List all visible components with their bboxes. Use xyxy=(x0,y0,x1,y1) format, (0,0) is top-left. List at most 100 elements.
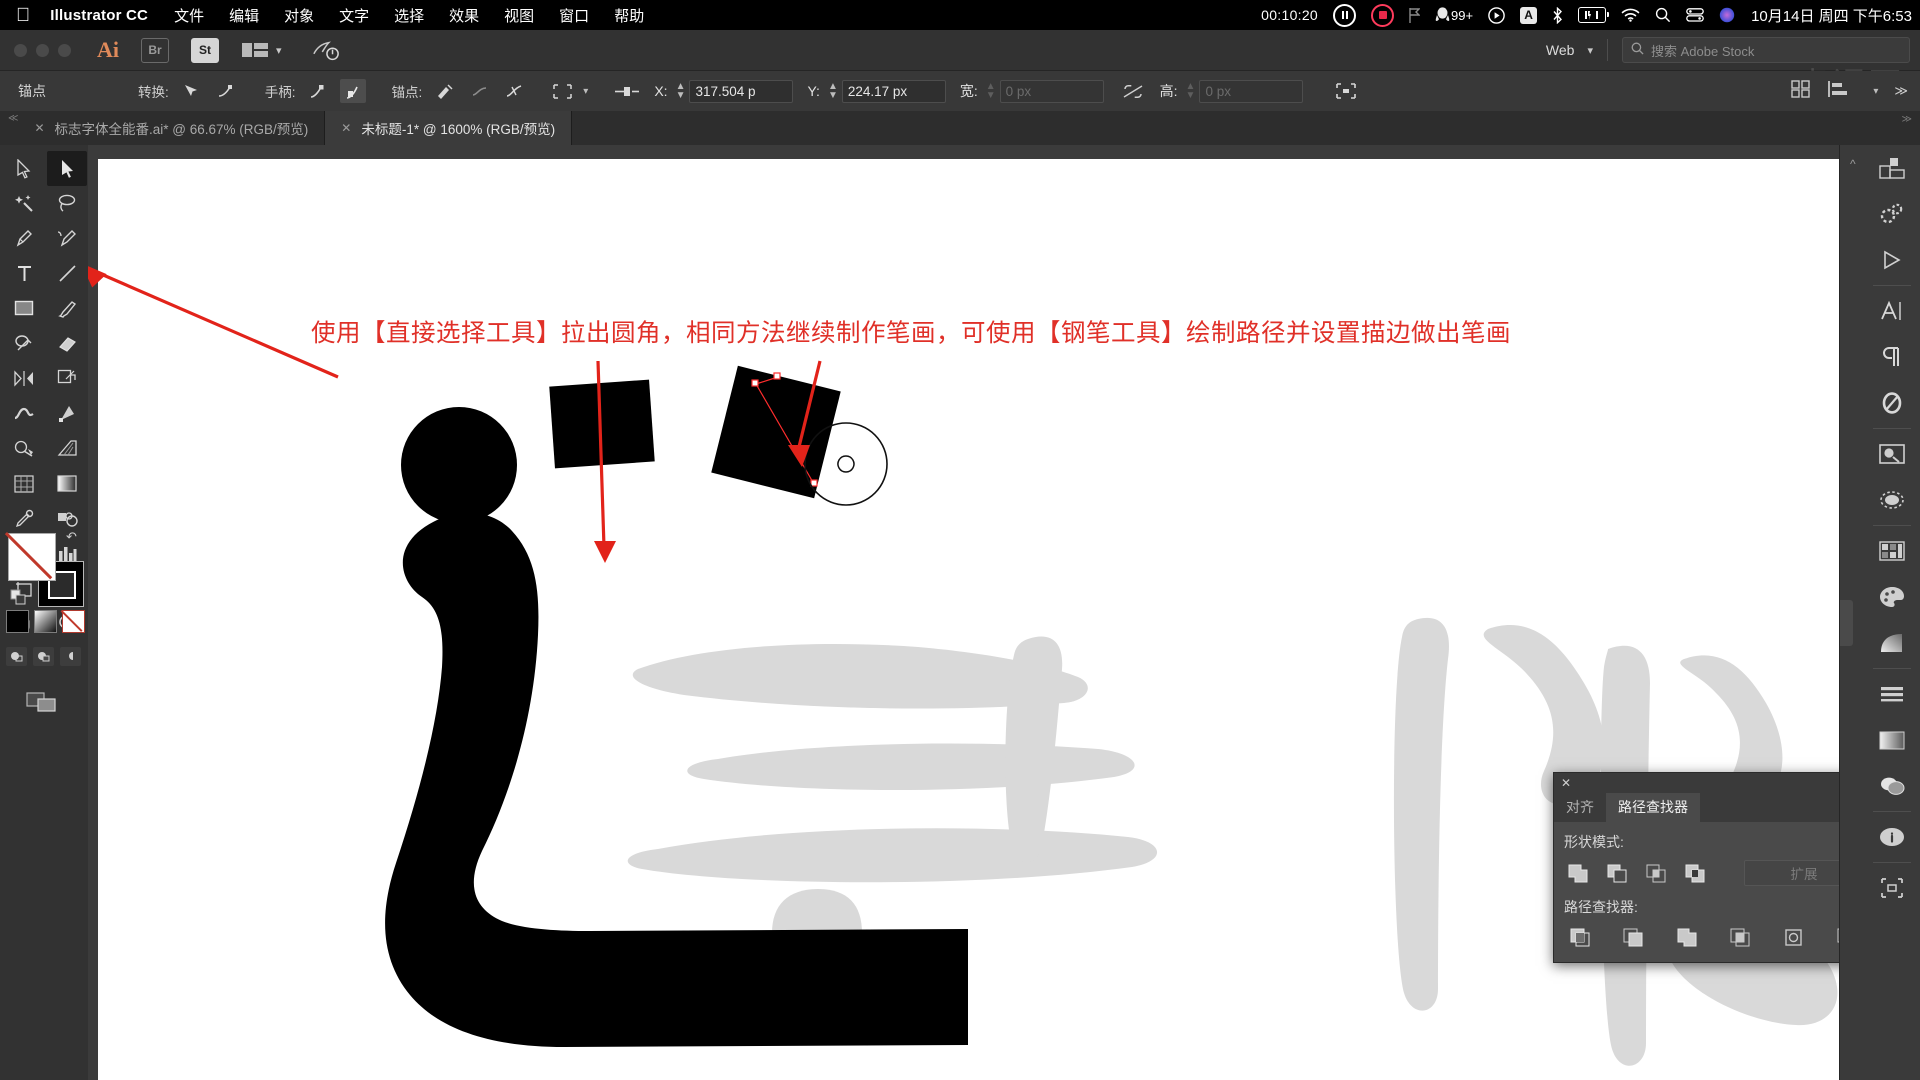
close-tab-icon[interactable]: ✕ xyxy=(341,121,351,135)
color-icon[interactable] xyxy=(1864,574,1920,620)
properties-icon[interactable] xyxy=(1864,191,1920,237)
isolate-selected-icon[interactable] xyxy=(549,79,575,103)
default-fill-stroke-icon[interactable] xyxy=(10,589,28,612)
align-chevron-icon[interactable]: ▾ xyxy=(1873,86,1878,96)
document-tab-2[interactable]: ✕ 未标题-1* @ 1600% (RGB/预览) xyxy=(325,111,573,145)
draw-normal-icon[interactable] xyxy=(6,647,27,666)
menu-type[interactable]: 文字 xyxy=(339,5,369,26)
remove-anchor-icon[interactable] xyxy=(431,79,457,103)
line-segment-tool[interactable] xyxy=(47,256,87,291)
x-value-input[interactable]: 317.504 p xyxy=(689,79,794,103)
image-trace-icon[interactable] xyxy=(1864,431,1920,477)
shaper-tool[interactable] xyxy=(4,326,44,361)
pause-recording-button[interactable] xyxy=(1333,3,1357,27)
close-icon[interactable]: ✕ xyxy=(1561,776,1571,790)
color-mode-buttons[interactable] xyxy=(6,610,85,633)
siri-icon[interactable] xyxy=(1719,7,1735,23)
merge-button[interactable] xyxy=(1672,925,1702,950)
flag-icon[interactable] xyxy=(1409,7,1421,23)
magic-wand-tool[interactable] xyxy=(4,186,44,221)
pathfinder-panel[interactable]: ✕ « 对齐 路径查找器 形状模式: xyxy=(1553,772,1840,963)
crop-button[interactable] xyxy=(1726,925,1756,950)
divide-button[interactable] xyxy=(1566,925,1595,950)
lasso-tool[interactable] xyxy=(47,186,87,221)
menu-help[interactable]: 帮助 xyxy=(614,5,644,26)
menu-window[interactable]: 窗口 xyxy=(559,5,589,26)
arrange-documents-icon[interactable] xyxy=(241,40,269,60)
align-panel-icon[interactable] xyxy=(1827,80,1849,103)
dock-resize-handle[interactable] xyxy=(1840,600,1853,646)
swatches-icon[interactable] xyxy=(1864,528,1920,574)
bridge-button[interactable]: Br xyxy=(141,37,169,63)
app-name-label[interactable]: Illustrator CC xyxy=(50,7,148,24)
fill-swatch[interactable] xyxy=(5,532,56,581)
exclude-button[interactable] xyxy=(1681,860,1710,886)
gradient-icon[interactable] xyxy=(1864,620,1920,666)
tab-align[interactable]: 对齐 xyxy=(1554,793,1606,822)
tabbar-scroll-right-icon[interactable]: ≫ xyxy=(1902,114,1912,125)
mesh-tool[interactable] xyxy=(4,466,44,501)
qq-notification-icon[interactable]: 99+ xyxy=(1435,7,1473,23)
apple-icon[interactable]:  xyxy=(16,6,30,25)
input-source-icon[interactable]: A xyxy=(1520,6,1538,24)
battery-icon[interactable] xyxy=(1578,7,1610,23)
menu-edit[interactable]: 编辑 xyxy=(229,5,259,26)
paintbrush-tool[interactable] xyxy=(47,291,87,326)
stop-recording-button[interactable] xyxy=(1371,3,1395,27)
appearance-icon[interactable] xyxy=(1864,763,1920,809)
stock-search-input[interactable]: 搜索 Adobe Stock xyxy=(1622,37,1910,63)
paragraph-icon[interactable] xyxy=(1864,334,1920,380)
height-value-input[interactable]: 0 px xyxy=(1199,79,1304,103)
bluetooth-icon[interactable] xyxy=(1552,6,1563,24)
shape-builder-tool[interactable] xyxy=(4,431,44,466)
menu-object[interactable]: 对象 xyxy=(284,5,314,26)
gradient-swatch-button[interactable] xyxy=(34,610,57,633)
unite-button[interactable] xyxy=(1564,860,1593,886)
tabbar-scroll-left-icon[interactable]: ≪ xyxy=(8,113,18,124)
isolate-chevron-icon[interactable]: ▾ xyxy=(583,86,588,96)
draw-behind-icon[interactable] xyxy=(33,647,54,666)
fill-stroke-swatches[interactable]: ↶ xyxy=(5,529,84,607)
close-tab-icon[interactable]: ✕ xyxy=(34,121,44,135)
color-swatch-button[interactable] xyxy=(6,610,29,633)
type-tool[interactable] xyxy=(4,256,44,291)
convert-to-corner-icon[interactable] xyxy=(178,79,204,103)
black-square-shape-1[interactable] xyxy=(549,379,655,469)
wifi-icon[interactable] xyxy=(1621,8,1640,22)
glyphs-icon[interactable] xyxy=(1864,380,1920,426)
minus-front-button[interactable] xyxy=(1603,860,1632,886)
free-transform-tool[interactable] xyxy=(47,396,87,431)
black-stroke-artwork[interactable] xyxy=(378,511,1058,1080)
intersect-button[interactable] xyxy=(1642,860,1671,886)
swap-fill-stroke-icon[interactable]: ↶ xyxy=(66,529,77,545)
draw-inside-icon[interactable] xyxy=(60,647,81,666)
eyedropper-tool[interactable] xyxy=(4,501,44,536)
brushes-icon[interactable] xyxy=(1864,477,1920,523)
eraser-tool[interactable] xyxy=(47,326,87,361)
gradient-tool[interactable] xyxy=(47,466,87,501)
expand-dock-icon[interactable]: ^ xyxy=(1850,157,1856,171)
width-tool[interactable] xyxy=(4,396,44,431)
window-traffic-lights[interactable] xyxy=(14,43,71,57)
show-handles-icon[interactable] xyxy=(305,79,331,103)
width-value-input[interactable]: 0 px xyxy=(999,79,1104,103)
menu-file[interactable]: 文件 xyxy=(174,5,204,26)
transform-panel-icon[interactable] xyxy=(1333,79,1359,103)
none-swatch-button[interactable] xyxy=(62,610,85,633)
screen-mode-button[interactable] xyxy=(26,690,58,719)
cut-path-icon[interactable] xyxy=(501,79,527,103)
play-circle-icon[interactable] xyxy=(1488,6,1505,24)
arrange-chevron-down-icon[interactable]: ▾ xyxy=(276,44,282,57)
workspace-switcher[interactable]: Web xyxy=(1546,42,1575,58)
connect-anchors-icon[interactable] xyxy=(466,79,492,103)
pen-tool[interactable] xyxy=(4,221,44,256)
transparency-icon[interactable] xyxy=(1864,717,1920,763)
canvas-area[interactable]: 使用【直接选择工具】拉出圆角，相同方法继续制作笔画，可使用【钢笔工具】绘制路径并… xyxy=(88,145,1840,1080)
libraries-icon[interactable] xyxy=(1864,237,1920,283)
menu-bar-clock[interactable]: 10月14日 周四 下午6:53 xyxy=(1751,5,1912,26)
spotlight-search-icon[interactable] xyxy=(1655,7,1671,23)
layers-icon[interactable] xyxy=(1864,145,1920,191)
width-stepper-icon[interactable]: ▲ ▼ xyxy=(986,82,996,101)
menu-select[interactable]: 选择 xyxy=(394,5,424,26)
control-center-icon[interactable] xyxy=(1686,8,1704,22)
